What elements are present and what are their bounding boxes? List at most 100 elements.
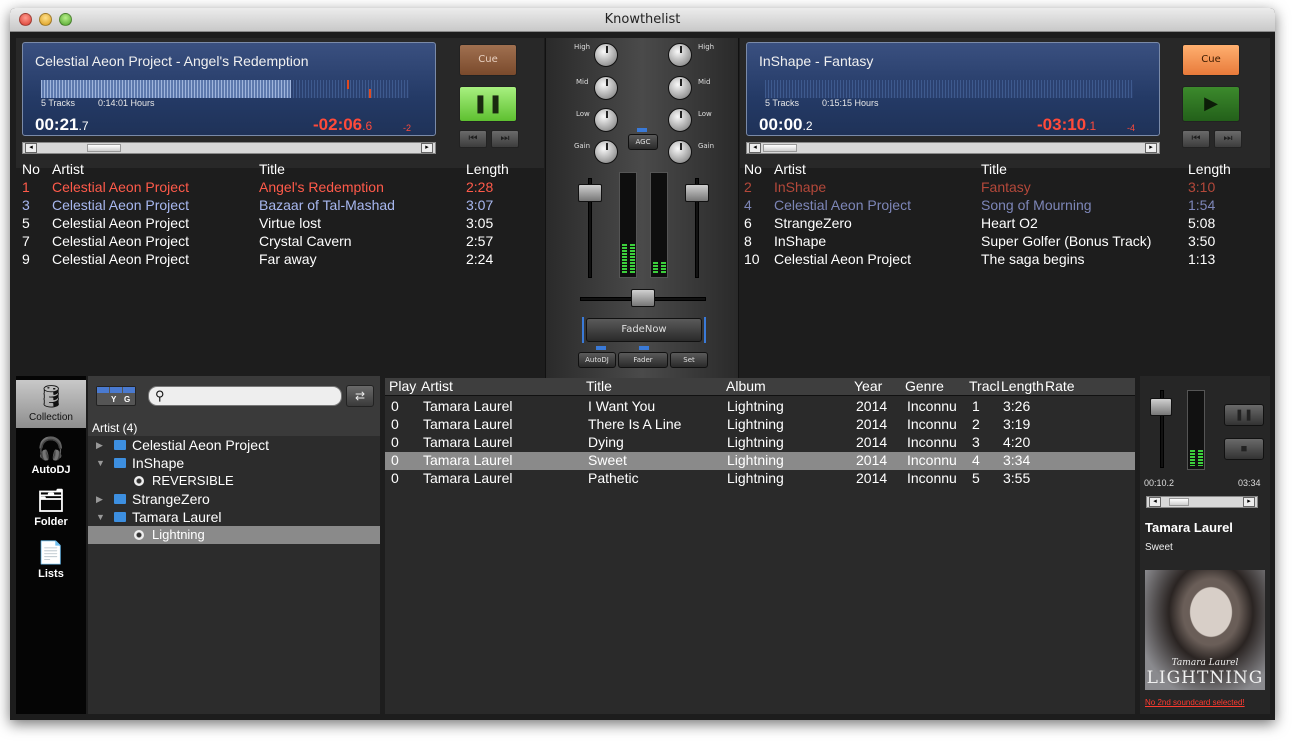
column-played[interactable]: Played	[389, 378, 417, 394]
column-length[interactable]: Length	[1182, 160, 1268, 178]
agc-button[interactable]: AGC	[628, 134, 658, 150]
preview-position-slider[interactable]: ◂ ▸	[1146, 496, 1258, 508]
deck-a-low-knob[interactable]	[594, 108, 618, 132]
deck-b-next-button[interactable]: ⏭	[1214, 130, 1242, 148]
column-no[interactable]: No	[738, 160, 768, 178]
expand-right-icon[interactable]: ▶	[96, 436, 103, 454]
deck-b-position-slider[interactable]: ◂ ▸	[746, 142, 1160, 154]
deck-a-position-slider[interactable]: ◂ ▸	[22, 142, 436, 154]
cell-artist: Tamara Laurel	[423, 416, 513, 432]
playlist-row[interactable]: 6 StrangeZero Heart O2 5:08	[738, 214, 1268, 232]
column-title[interactable]: Title	[586, 378, 612, 394]
title-bar: Knowthelist	[10, 8, 1275, 32]
fader-button[interactable]: Fader	[618, 352, 668, 368]
scroll-left-icon[interactable]: ◂	[25, 143, 37, 153]
deck-b-gain-knob[interactable]	[668, 140, 692, 164]
preview-volume-fader[interactable]	[1150, 398, 1172, 416]
sidebar-item-folder[interactable]: 🗂 Folder	[16, 488, 86, 528]
expand-right-icon[interactable]: ▶	[96, 490, 103, 508]
column-year[interactable]: Year	[854, 378, 882, 394]
table-row[interactable]: 0 Tamara Laurel Pathetic Lightning 2014 Incon…	[385, 470, 1135, 488]
deck-b-high-knob[interactable]	[668, 43, 692, 67]
column-title[interactable]: Title	[975, 160, 1182, 178]
scroll-left-icon[interactable]: ◂	[1149, 497, 1161, 507]
column-length[interactable]: Length	[460, 160, 544, 178]
deck-a-pause-button[interactable]: ❚❚	[459, 86, 517, 122]
scroll-left-icon[interactable]: ◂	[749, 143, 761, 153]
soundcard-warning-link[interactable]: No 2nd soundcard selected!	[1145, 698, 1245, 707]
playlist-row[interactable]: 3 Celestial Aeon Project Bazaar of Tal-Mas…	[16, 196, 544, 214]
cell-no: 3	[22, 197, 30, 213]
tree-item[interactable]: ▼ InShape	[88, 454, 380, 472]
sidebar-item-collection[interactable]: 🛢 Collection	[16, 380, 86, 428]
fadenow-button[interactable]: FadeNow	[586, 318, 702, 342]
shuffle-button[interactable]: ⇄	[346, 385, 374, 407]
preview-pause-button[interactable]: ❚❚	[1224, 404, 1264, 426]
crossfader[interactable]	[631, 289, 655, 307]
tree-item[interactable]: REVERSIBLE	[88, 472, 380, 490]
tree-item[interactable]: Lightning	[88, 526, 380, 544]
set-button[interactable]: Set	[670, 352, 708, 368]
scroll-right-icon[interactable]: ▸	[1145, 143, 1157, 153]
autodj-button[interactable]: AutoDJ	[578, 352, 616, 368]
deck-b-cue-button[interactable]: Cue	[1182, 44, 1240, 76]
preview-stop-button[interactable]: ■	[1224, 438, 1264, 460]
deck-b-elapsed-time: 00:00.2	[759, 115, 813, 134]
deck-a-high-knob[interactable]	[594, 43, 618, 67]
sidebar-item-lists[interactable]: 📄 Lists	[16, 540, 86, 580]
scroll-right-icon[interactable]: ▸	[421, 143, 433, 153]
playlist-row[interactable]: 1 Celestial Aeon Project Angel's Redemptio…	[16, 178, 544, 196]
gain-label-b: Gain	[698, 142, 715, 150]
playlist-row[interactable]: 10 Celestial Aeon Project The saga begins 1…	[738, 250, 1268, 268]
table-row[interactable]: 0 Tamara Laurel There Is A Line Lightning 20…	[385, 416, 1135, 434]
deck-b-prev-button[interactable]: ⏮	[1182, 130, 1210, 148]
deck-a-waveform[interactable]	[41, 80, 409, 98]
tree-item[interactable]: ▼ Tamara Laurel	[88, 508, 380, 526]
column-genre[interactable]: Genre	[905, 378, 944, 394]
column-artist[interactable]: Artist	[421, 378, 453, 394]
playlist-row[interactable]: 4 Celestial Aeon Project Song of Mourning 1…	[738, 196, 1268, 214]
close-window-button[interactable]	[19, 13, 32, 26]
scroll-right-icon[interactable]: ▸	[1243, 497, 1255, 507]
tree-item[interactable]: ▶ StrangeZero	[88, 490, 380, 508]
expand-down-icon[interactable]: ▼	[96, 508, 105, 526]
playlist-row[interactable]: 5 Celestial Aeon Project Virtue lost 3:05	[16, 214, 544, 232]
genre-mode-label[interactable]: G	[124, 395, 130, 404]
column-track[interactable]: Track	[969, 378, 999, 394]
playlist-row[interactable]: 8 InShape Super Golfer (Bonus Track) 3:50	[738, 232, 1268, 250]
deck-a-prev-button[interactable]: ⏮	[459, 130, 487, 148]
column-album[interactable]: Album	[726, 378, 766, 394]
tree-item[interactable]: ▶ Celestial Aeon Project	[88, 436, 380, 454]
column-title[interactable]: Title	[253, 160, 460, 178]
table-row[interactable]: 0 Tamara Laurel Dying Lightning 2014 Inconnu 3…	[385, 434, 1135, 452]
column-rate[interactable]: Rate	[1045, 378, 1075, 394]
deck-b-volume-fader[interactable]	[685, 184, 709, 202]
column-no[interactable]: No	[16, 160, 46, 178]
deck-b-low-knob[interactable]	[668, 108, 692, 132]
sidebar-item-autodj[interactable]: 🎧 AutoDJ	[16, 436, 86, 476]
expand-down-icon[interactable]: ▼	[96, 454, 105, 472]
year-mode-label[interactable]: Y	[111, 395, 116, 404]
search-input[interactable]: ⚲	[148, 386, 342, 406]
playlist-row[interactable]: 9 Celestial Aeon Project Far away 2:24	[16, 250, 544, 268]
column-artist[interactable]: Artist	[768, 160, 975, 178]
column-length[interactable]: Length	[1001, 378, 1044, 394]
deck-a-cue-button[interactable]: Cue	[459, 44, 517, 76]
view-mode-selector[interactable]: Y G	[96, 386, 136, 406]
deck-b-play-button[interactable]: ▶	[1182, 86, 1240, 122]
deck-a-gain-knob[interactable]	[594, 140, 618, 164]
deck-b-waveform[interactable]	[765, 80, 1133, 98]
table-row[interactable]: 0 Tamara Laurel I Want You Lightning 2014 Inc…	[385, 398, 1135, 416]
deck-b-mid-knob[interactable]	[668, 76, 692, 100]
deck-a-mid-knob[interactable]	[594, 76, 618, 100]
playlist-row[interactable]: 7 Celestial Aeon Project Crystal Cavern 2:5…	[16, 232, 544, 250]
column-artist[interactable]: Artist	[46, 160, 253, 178]
cell-length: 3:55	[1003, 470, 1031, 486]
deck-a-volume-fader[interactable]	[578, 184, 602, 202]
deck-b-total-hours: 0:15:15 Hours	[822, 98, 879, 108]
table-row[interactable]: 0 Tamara Laurel Sweet Lightning 2014 Inconnu 4…	[385, 452, 1135, 470]
playlist-row[interactable]: 2 InShape Fantasy 3:10	[738, 178, 1268, 196]
zoom-window-button[interactable]	[59, 13, 72, 26]
deck-a-next-button[interactable]: ⏭	[491, 130, 519, 148]
minimize-window-button[interactable]	[39, 13, 52, 26]
